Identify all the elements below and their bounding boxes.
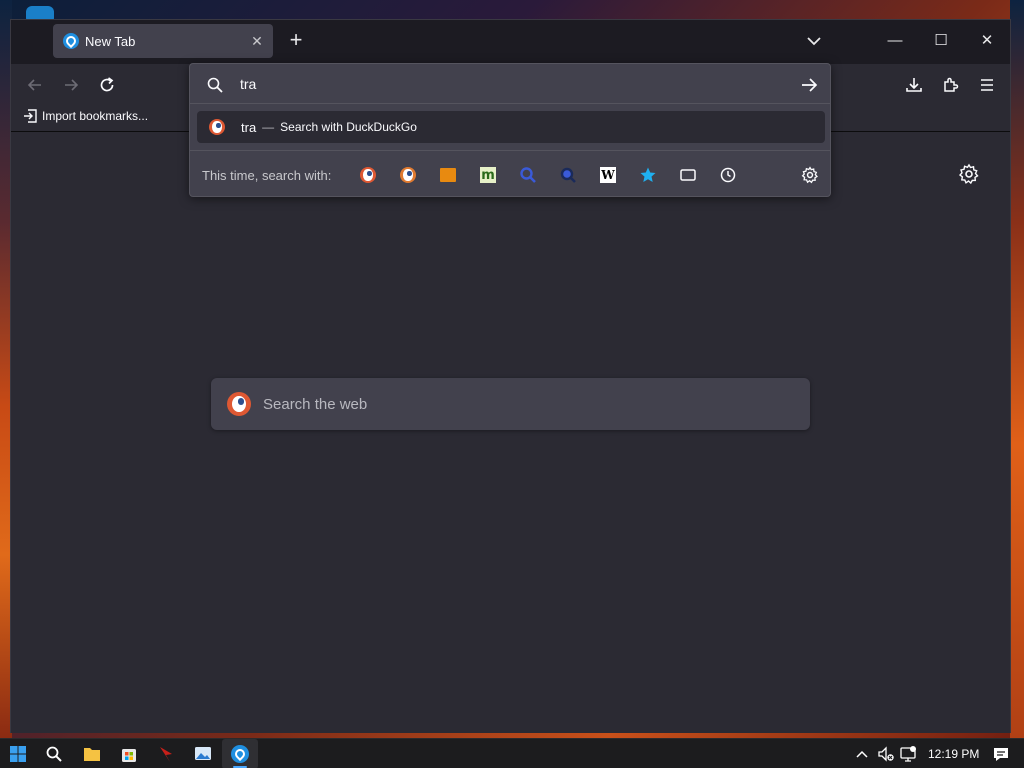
title-bar: New Tab ✕ + — ☐ ✕ [11, 20, 1010, 64]
maximize-button[interactable]: ☐ [921, 28, 961, 54]
engine-search-button[interactable] [518, 165, 538, 185]
import-bookmarks-button[interactable]: Import bookmarks... [23, 109, 148, 123]
taskbar: 12:19 PM [0, 738, 1024, 768]
desktop-background-right [1010, 0, 1024, 740]
speaker-muted-icon [878, 746, 894, 762]
engine-duckduckgo-button[interactable] [358, 165, 378, 185]
photos-button[interactable] [193, 744, 213, 764]
urlbar-input-row[interactable]: tra [190, 64, 830, 104]
taskbar-clock[interactable]: 12:19 PM [928, 747, 979, 761]
tab-close-button[interactable]: ✕ [249, 33, 265, 50]
history-icon [720, 167, 736, 183]
store-icon [122, 749, 136, 762]
bookmarks-star-icon [640, 167, 656, 182]
app-menu-button[interactable] [974, 72, 1000, 98]
import-icon [24, 109, 37, 123]
volume-button[interactable] [876, 744, 896, 764]
engine-m-button[interactable]: m [478, 165, 498, 185]
notifications-button[interactable] [991, 744, 1011, 764]
taskbar-browser-icon[interactable] [230, 744, 250, 764]
chevron-down-icon [807, 37, 821, 46]
go-arrow-icon[interactable] [798, 74, 820, 96]
engine-history-button[interactable] [718, 165, 738, 185]
puzzle-icon [944, 77, 959, 92]
downloads-button[interactable] [901, 72, 927, 98]
newtab-settings-button[interactable] [958, 163, 982, 187]
newtab-search-box[interactable]: Search the web [211, 378, 810, 430]
m-engine-icon: m [480, 167, 496, 183]
start-button[interactable] [8, 744, 28, 764]
engine-bookmarks-button[interactable] [638, 165, 658, 185]
download-icon [906, 78, 922, 92]
tab-new-tab[interactable]: New Tab ✕ [53, 24, 273, 58]
result-separator: — [262, 120, 275, 134]
extensions-button[interactable] [938, 72, 964, 98]
import-bookmarks-label: Import bookmarks... [42, 109, 149, 123]
app-red-button[interactable] [156, 744, 176, 764]
folder-icon [84, 748, 100, 761]
engine-wikipedia-button[interactable]: W [598, 165, 618, 185]
notification-icon [994, 748, 1008, 761]
chevron-up-icon [856, 750, 868, 758]
arrow-right-icon [65, 79, 79, 91]
reload-button[interactable] [94, 72, 120, 98]
browser-logo-icon [231, 745, 249, 763]
one-off-search-bar: This time, search with: m W [190, 150, 830, 198]
search-icon [46, 746, 62, 762]
gear-icon [958, 163, 979, 185]
duckduckgo-alt-icon [400, 167, 416, 183]
red-app-icon [160, 747, 172, 762]
duckduckgo-icon [209, 119, 225, 135]
urlbar-input[interactable]: tra [240, 76, 256, 92]
new-tab-button[interactable]: + [283, 28, 309, 54]
mdn-icon [440, 168, 456, 182]
search-settings-icon [801, 166, 818, 184]
urlbar-popup: tra tra — Search with DuckDuckGo This ti… [189, 63, 831, 197]
store-button[interactable] [119, 744, 139, 764]
arrow-left-icon [27, 79, 41, 91]
duckduckgo-icon [360, 167, 376, 183]
desktop-app-icon[interactable] [26, 6, 54, 20]
list-all-tabs-button[interactable] [803, 30, 825, 52]
tray-overflow-button[interactable] [852, 744, 872, 764]
file-explorer-button[interactable] [82, 744, 102, 764]
close-window-button[interactable]: ✕ [967, 28, 1007, 54]
engine-tabs-button[interactable] [678, 165, 698, 185]
taskbar-search-button[interactable] [44, 744, 64, 764]
search-engine-dark-icon [560, 167, 576, 183]
engine-dark-button[interactable] [558, 165, 578, 185]
forward-button[interactable] [58, 72, 84, 98]
photos-icon [195, 747, 211, 760]
browser-logo-icon [63, 33, 79, 49]
hamburger-menu-icon [981, 79, 993, 91]
windows-start-icon [10, 746, 26, 762]
result-query: tra [241, 119, 257, 135]
network-button[interactable] [898, 744, 918, 764]
search-engine-magnifier-icon [520, 167, 536, 183]
wikipedia-icon: W [600, 167, 616, 183]
urlbar-result-row[interactable]: tra — Search with DuckDuckGo [197, 111, 825, 143]
engine-mdn-button[interactable] [438, 165, 458, 185]
search-settings-button[interactable] [800, 165, 820, 185]
reload-icon [100, 77, 114, 92]
minimize-button[interactable]: — [875, 28, 915, 54]
back-button[interactable] [22, 72, 48, 98]
result-action: Search with DuckDuckGo [280, 120, 417, 134]
search-icon [207, 77, 223, 93]
duckduckgo-icon [227, 392, 251, 416]
new-tab-page [11, 133, 1010, 733]
engine-duckduckgo-alt-button[interactable] [398, 165, 418, 185]
one-off-label: This time, search with: [202, 168, 332, 183]
network-icon [900, 746, 916, 762]
tabs-icon [680, 169, 696, 181]
tab-title: New Tab [85, 33, 136, 49]
search-placeholder: Search the web [263, 395, 368, 413]
